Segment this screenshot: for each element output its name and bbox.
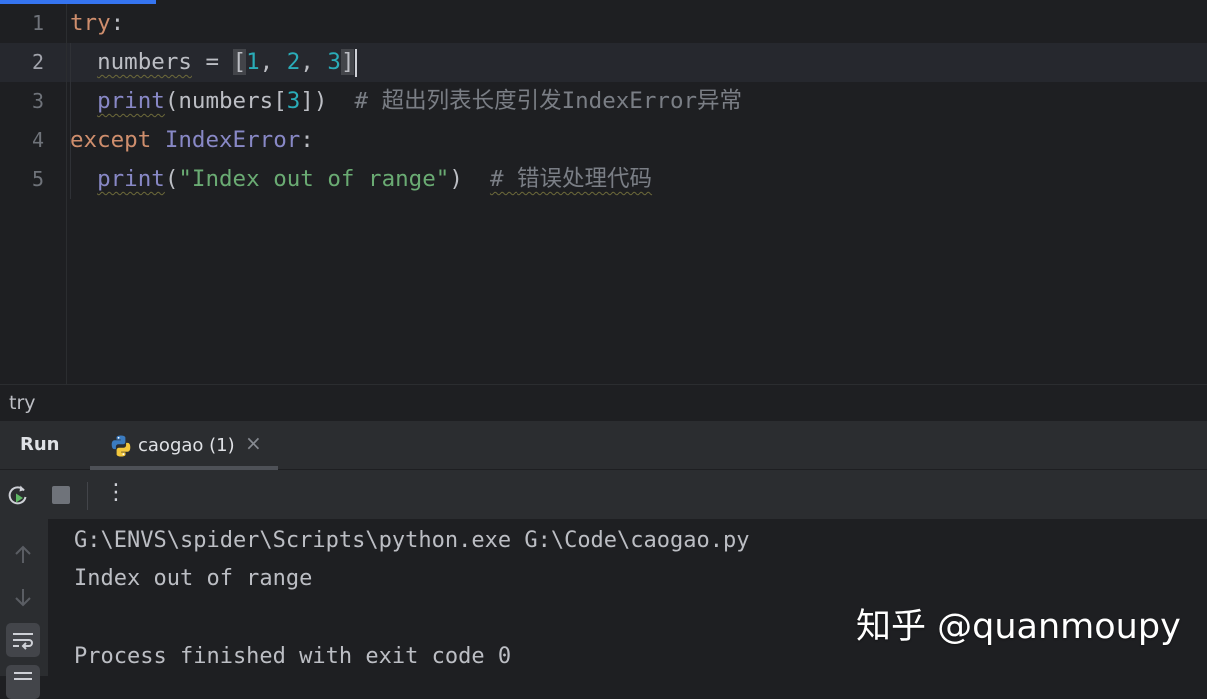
open-paren: (	[164, 166, 179, 192]
exception-class: IndexError	[164, 127, 301, 153]
call-args: (numbers[	[164, 88, 287, 114]
console-line-output: Index out of range	[74, 566, 313, 591]
number-literal: 2	[286, 49, 301, 75]
line-number[interactable]: 3	[0, 82, 44, 121]
arrow-up-icon[interactable]	[6, 538, 40, 572]
variable-numbers: numbers	[97, 49, 192, 75]
run-side-toolbar	[0, 519, 48, 699]
line-number[interactable]: 5	[0, 160, 44, 199]
line-number[interactable]: 1	[0, 4, 44, 43]
number-literal: 3	[327, 49, 341, 75]
stop-icon[interactable]	[48, 482, 74, 508]
arrow-down-icon[interactable]	[6, 580, 40, 614]
keyword-try: try	[70, 10, 111, 36]
rerun-icon[interactable]	[5, 482, 31, 508]
text-caret	[355, 48, 358, 77]
code-comment: 错误处理代码	[517, 166, 653, 192]
soft-wrap-icon[interactable]	[6, 623, 40, 657]
builtin-print: print	[97, 166, 165, 192]
run-tab-label: caogao (1)	[138, 435, 235, 456]
number-literal: 3	[286, 88, 301, 114]
colon: :	[300, 127, 314, 153]
code-line-1[interactable]: try:	[70, 4, 124, 43]
code-line-3[interactable]: print(numbers[3]) # 超出列表长度引发IndexError异常	[70, 82, 742, 121]
builtin-print: print	[97, 88, 165, 114]
breadcrumb[interactable]: try	[0, 384, 1207, 421]
console-line-command: G:\ENVS\spider\Scripts\python.exe G:\Cod…	[74, 528, 750, 553]
close-paren: )	[449, 166, 463, 192]
line-number-current[interactable]: 2	[0, 43, 44, 82]
code-line-5[interactable]: print("Index out of range") # 错误处理代码	[70, 160, 652, 199]
open-bracket: [	[232, 49, 247, 75]
comma: ,	[300, 49, 328, 75]
assignment-operator: =	[191, 49, 233, 75]
watermark: 知乎 @quanmoupy	[856, 607, 1181, 647]
call-args: ])	[300, 88, 328, 114]
scroll-to-end-icon[interactable]	[6, 665, 40, 699]
line-gutter[interactable]: 1 2 3 4 5	[0, 4, 67, 384]
console-line-exit-status: Process finished with exit code 0	[74, 644, 512, 669]
python-icon	[111, 435, 131, 457]
code-line-2[interactable]: numbers = [1, 2, 3]	[70, 43, 358, 82]
comma: ,	[259, 49, 287, 75]
run-toolbar: ⋮	[0, 470, 1207, 519]
toolbar-separator	[87, 482, 88, 510]
string-literal: "Index out of range"	[178, 166, 450, 192]
code-line-4[interactable]: except IndexError:	[70, 121, 314, 160]
comment-hash: #	[489, 166, 518, 192]
run-panel-title: Run	[20, 434, 60, 455]
line-number[interactable]: 4	[0, 121, 44, 160]
run-tab-caogao[interactable]: caogao (1) ×	[90, 421, 278, 470]
code-editor[interactable]: 1 2 3 4 5 try: numbers = [1, 2, 3] print…	[0, 4, 1207, 384]
keyword-except: except	[70, 127, 152, 153]
code-comment: # 超出列表长度引发IndexError异常	[354, 88, 743, 114]
more-options-icon[interactable]: ⋮	[103, 480, 129, 506]
number-literal: 1	[246, 49, 260, 75]
close-icon[interactable]: ×	[245, 431, 262, 455]
run-tool-window-header: Run caogao (1) ×	[0, 421, 1207, 470]
colon: :	[110, 10, 125, 36]
close-bracket: ]	[340, 49, 355, 75]
